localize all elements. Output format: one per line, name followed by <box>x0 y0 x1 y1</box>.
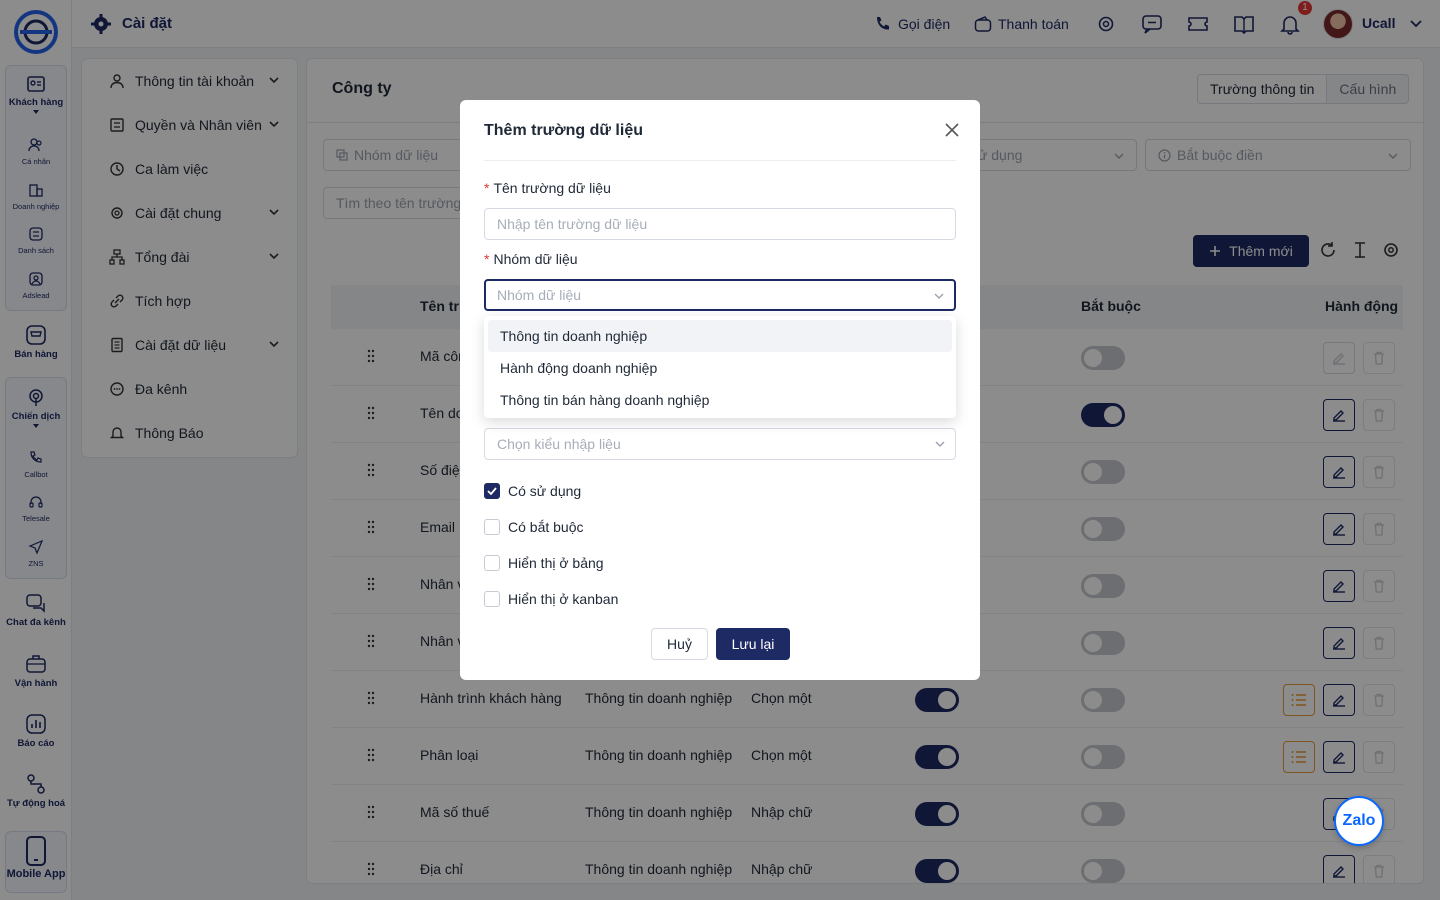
checkbox-is-required[interactable]: Có bắt buộc <box>484 519 584 535</box>
checkbox-label: Có bắt buộc <box>508 519 584 535</box>
checkbox-show-in-table[interactable]: Hiển thị ở bảng <box>484 555 604 571</box>
checkbox[interactable] <box>484 483 500 499</box>
input-type-select[interactable]: Chọn kiểu nhập liệu <box>484 428 956 460</box>
dropdown-option[interactable]: Thông tin bán hàng doanh nghiệp <box>488 384 952 416</box>
field-name-placeholder: Nhập tên trường dữ liệu <box>497 216 648 232</box>
cancel-button[interactable]: Huỷ <box>651 628 708 660</box>
group-label: * Nhóm dữ liệu <box>484 251 578 267</box>
add-field-modal: Thêm trường dữ liệu * Tên trường dữ liệu … <box>460 100 980 680</box>
checkbox-is-used[interactable]: Có sử dụng <box>484 483 581 499</box>
group-dropdown: Thông tin doanh nghiệp Hành động doanh n… <box>484 316 956 418</box>
field-name-label-text: Tên trường dữ liệu <box>493 180 611 196</box>
dropdown-option[interactable]: Hành động doanh nghiệp <box>488 352 952 384</box>
chevron-down-icon <box>934 293 944 299</box>
checkbox[interactable] <box>484 555 500 571</box>
field-name-input[interactable]: Nhập tên trường dữ liệu <box>484 208 956 240</box>
close-icon[interactable] <box>942 120 962 140</box>
checkbox-label: Hiển thị ở bảng <box>508 555 604 571</box>
zalo-chat-button[interactable]: Zalo <box>1334 796 1384 846</box>
checkbox[interactable] <box>484 519 500 535</box>
group-placeholder: Nhóm dữ liệu <box>497 287 582 303</box>
field-name-label: * Tên trường dữ liệu <box>484 180 611 196</box>
input-type-placeholder: Chọn kiểu nhập liệu <box>497 436 621 452</box>
dropdown-option[interactable]: Thông tin doanh nghiệp <box>488 320 952 352</box>
checkbox-label: Hiển thị ở kanban <box>508 591 619 607</box>
check-icon <box>487 487 497 495</box>
chevron-down-icon <box>935 441 945 447</box>
modal-title: Thêm trường dữ liệu <box>484 122 643 139</box>
checkbox-label: Có sử dụng <box>508 483 582 499</box>
checkbox-show-in-kanban[interactable]: Hiển thị ở kanban <box>484 591 618 607</box>
save-button[interactable]: Lưu lại <box>716 628 790 660</box>
divider <box>484 160 956 161</box>
group-select[interactable]: Nhóm dữ liệu <box>484 279 956 311</box>
group-label-text: Nhóm dữ liệu <box>493 251 578 267</box>
checkbox[interactable] <box>484 591 500 607</box>
